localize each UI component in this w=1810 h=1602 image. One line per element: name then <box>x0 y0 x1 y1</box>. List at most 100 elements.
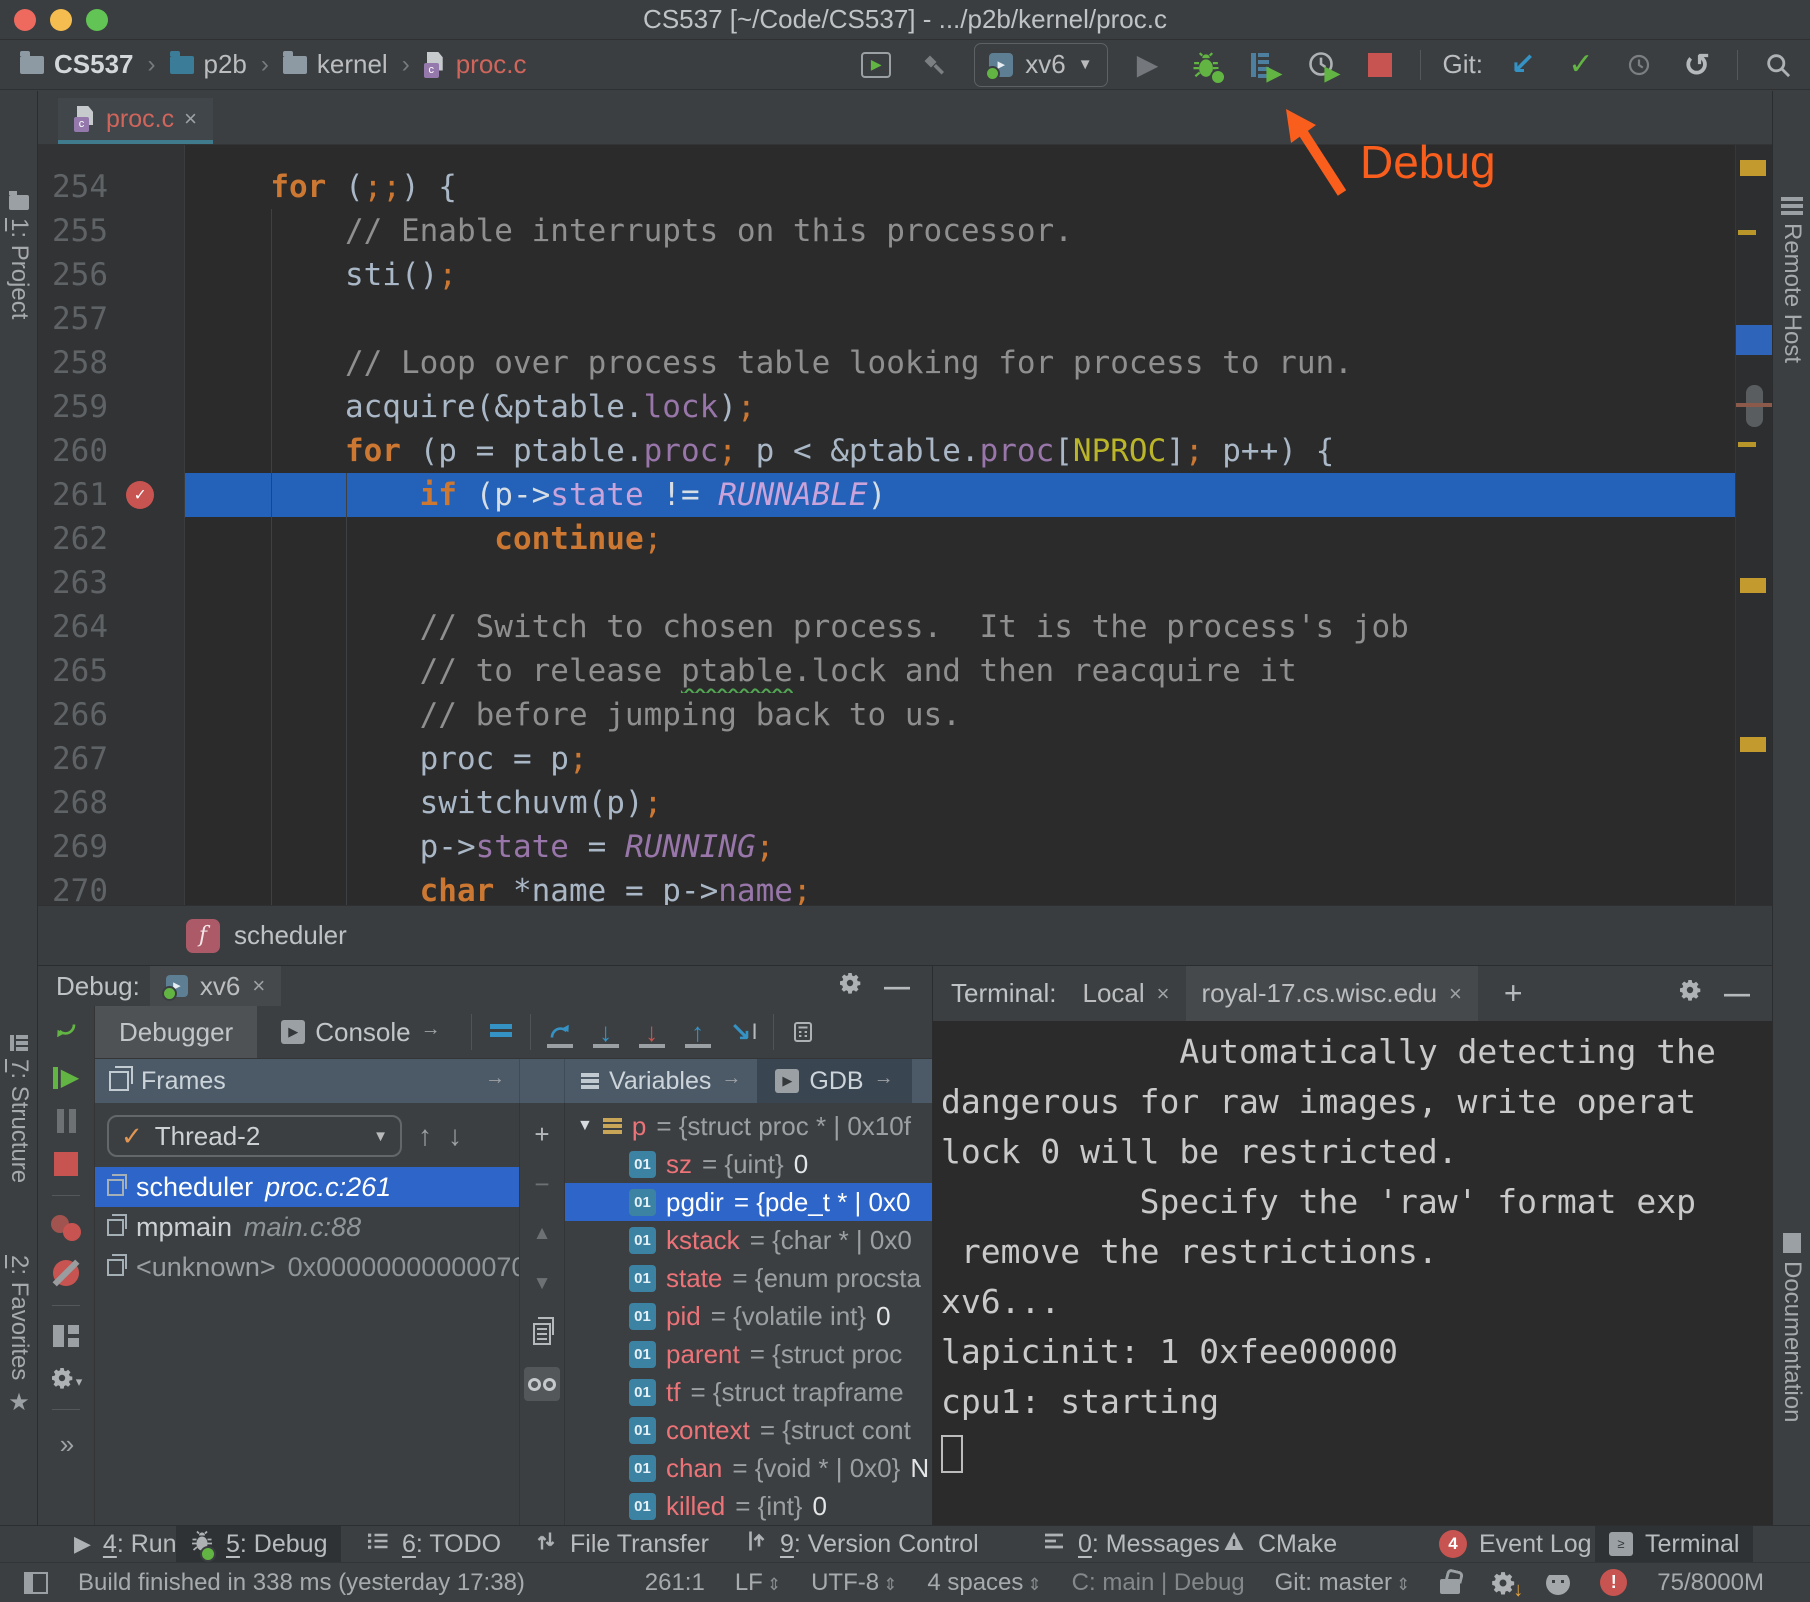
user-face-icon[interactable] <box>1546 1571 1570 1595</box>
toolwindow-button-run[interactable]: ▶4: Run <box>60 1526 191 1562</box>
breakpoint-gutter[interactable] <box>108 737 185 781</box>
toolwindow-button-cmake[interactable]: CMake <box>1208 1526 1351 1562</box>
variables-pane-header[interactable]: Variables → <box>565 1059 757 1103</box>
terminal-settings-gear-icon[interactable] <box>1678 978 1702 1009</box>
code-line[interactable]: 259 acquire(&ptable.lock); <box>38 385 1735 429</box>
breakpoint-gutter[interactable] <box>108 869 185 905</box>
editor-error-stripe[interactable] <box>1735 145 1772 905</box>
code-line[interactable]: 260 for (p = ptable.proc; p < &ptable.pr… <box>38 429 1735 473</box>
breadcrumb-kernel[interactable]: kernel <box>317 49 388 80</box>
profiler-button[interactable]: ▶ <box>1304 47 1340 83</box>
variable-row[interactable]: 01kstack= {char * | 0x0 <box>565 1221 932 1259</box>
terminal-tab-remote[interactable]: royal-17.cs.wisc.edu × <box>1186 966 1478 1021</box>
toolwindow-button-version-control[interactable]: 9: Version Control <box>730 1526 993 1562</box>
line-number[interactable]: 257 <box>38 297 108 341</box>
step-out-button[interactable]: ↑ <box>675 1010 721 1054</box>
variable-row[interactable]: 01context= {struct cont <box>565 1411 932 1449</box>
force-step-into-button[interactable]: ↓ <box>629 1010 675 1054</box>
line-number[interactable]: 260 <box>38 429 108 473</box>
debug-session-tab[interactable]: ▸ xv6 × <box>150 966 281 1006</box>
breakpoint-icon[interactable]: ✓ <box>126 481 154 509</box>
show-execution-point-button[interactable] <box>478 1010 524 1054</box>
git-branch-select[interactable]: Git: master⇕ <box>1275 1569 1411 1597</box>
show-watches-button[interactable] <box>524 1367 560 1401</box>
caret-position[interactable]: 261:1 <box>645 1569 705 1597</box>
breakpoint-gutter[interactable] <box>108 165 185 209</box>
line-number[interactable]: 265 <box>38 649 108 693</box>
code-line[interactable]: 270 char *name = p->name; <box>38 869 1735 905</box>
breakpoint-gutter[interactable] <box>108 297 185 341</box>
close-icon[interactable]: × <box>1449 981 1462 1007</box>
rerun-button[interactable] <box>54 1018 78 1047</box>
toggle-tool-windows-icon[interactable] <box>24 1572 48 1594</box>
thread-selector[interactable]: ✓ Thread-2 ▼ <box>107 1115 402 1157</box>
variable-row[interactable]: 01tf= {struct trapframe <box>565 1373 932 1411</box>
run-to-cursor-button[interactable]: ↘I <box>721 1010 767 1054</box>
line-number[interactable]: 264 <box>38 605 108 649</box>
variable-row[interactable]: 01parent= {struct proc <box>565 1335 932 1373</box>
code-line[interactable]: 258 // Loop over process table looking f… <box>38 341 1735 385</box>
new-watch-button[interactable]: + <box>524 1117 560 1151</box>
duplicate-watch-button[interactable] <box>524 1317 560 1351</box>
line-number[interactable]: 270 <box>38 869 108 905</box>
variable-row[interactable]: 01chan= {void * | 0x0} N <box>565 1449 932 1487</box>
step-over-button[interactable] <box>537 1010 583 1054</box>
memory-indicator[interactable]: 75/8000M <box>1657 1569 1764 1597</box>
run-anything-icon[interactable]: ▶ <box>858 47 894 83</box>
breakpoint-gutter[interactable] <box>108 385 185 429</box>
frame-row[interactable]: schedulerproc.c:261 <box>95 1167 519 1207</box>
line-number[interactable]: 263 <box>38 561 108 605</box>
code-line[interactable]: 269 p->state = RUNNING; <box>38 825 1735 869</box>
frame-up-button[interactable]: ↑ <box>418 1120 432 1152</box>
stop-button[interactable] <box>1362 47 1398 83</box>
breakpoint-gutter[interactable] <box>108 693 185 737</box>
tab-debugger[interactable]: Debugger <box>95 1006 257 1058</box>
new-terminal-tab-button[interactable]: + <box>1504 975 1523 1012</box>
close-icon[interactable]: × <box>184 106 197 132</box>
sidebar-item-favorites[interactable]: 2: Favorites ★ <box>0 1251 38 1417</box>
breadcrumb-p2b[interactable]: p2b <box>204 49 247 80</box>
breakpoint-gutter[interactable] <box>108 649 185 693</box>
line-number[interactable]: 255 <box>38 209 108 253</box>
breadcrumb-project[interactable]: CS537 <box>54 49 134 80</box>
view-breakpoints-button[interactable] <box>51 1215 81 1241</box>
run-configuration-select[interactable]: ▸ xv6 ▼ <box>974 43 1107 87</box>
breakpoint-gutter[interactable] <box>108 561 185 605</box>
move-watch-up-button[interactable]: ▲ <box>524 1217 560 1251</box>
terminal-output[interactable]: Automatically detecting thedangerous for… <box>933 1021 1772 1525</box>
breakpoint-gutter[interactable]: ✓ <box>108 473 185 517</box>
breakpoint-gutter[interactable] <box>108 781 185 825</box>
frame-row[interactable]: <unknown>0x00000000000070 <box>95 1247 519 1287</box>
line-number[interactable]: 266 <box>38 693 108 737</box>
frames-pane-header[interactable]: Frames → <box>95 1059 520 1103</box>
mute-breakpoints-button[interactable] <box>53 1260 79 1286</box>
breakpoint-gutter[interactable] <box>108 825 185 869</box>
toolwindow-button-file-transfer[interactable]: File Transfer <box>520 1526 723 1562</box>
line-number[interactable]: 269 <box>38 825 108 869</box>
restore-layout-button[interactable] <box>53 1325 79 1347</box>
line-number[interactable]: 256 <box>38 253 108 297</box>
frame-row[interactable]: mpmainmain.c:88 <box>95 1207 519 1247</box>
code-line[interactable]: 257 <box>38 297 1735 341</box>
toolwindow-button-todo[interactable]: 6: TODO <box>352 1526 515 1562</box>
update-settings-gear-icon[interactable]: ↓ <box>1490 1570 1516 1596</box>
attach-debugger-button[interactable]: ▶ <box>1246 47 1282 83</box>
line-number[interactable]: 258 <box>38 341 108 385</box>
step-into-button[interactable]: ↓ <box>583 1010 629 1054</box>
move-watch-down-button[interactable]: ▼ <box>524 1267 560 1301</box>
variable-row[interactable]: 01state= {enum procsta <box>565 1259 932 1297</box>
code-line[interactable]: 266 // before jumping back to us. <box>38 693 1735 737</box>
git-history-icon[interactable] <box>1621 47 1657 83</box>
code-line[interactable]: 261✓ if (p->state != RUNNABLE) <box>38 473 1735 517</box>
variable-row[interactable]: 01sz= {uint} 0 <box>565 1145 932 1183</box>
debug-gear-icon[interactable]: ▾ <box>50 1366 83 1390</box>
variable-row[interactable]: 01pgdir= {pde_t * | 0x0 <box>565 1183 932 1221</box>
code-line[interactable]: 256 sti(); <box>38 253 1735 297</box>
breakpoint-gutter[interactable] <box>108 253 185 297</box>
toolwindow-button-terminal[interactable]: ≥Terminal <box>1595 1526 1753 1562</box>
code-line[interactable]: 263 <box>38 561 1735 605</box>
frame-down-button[interactable]: ↓ <box>448 1120 462 1152</box>
line-number[interactable]: 267 <box>38 737 108 781</box>
git-commit-button[interactable]: ✓ <box>1563 47 1599 83</box>
close-icon[interactable]: × <box>1157 981 1170 1007</box>
